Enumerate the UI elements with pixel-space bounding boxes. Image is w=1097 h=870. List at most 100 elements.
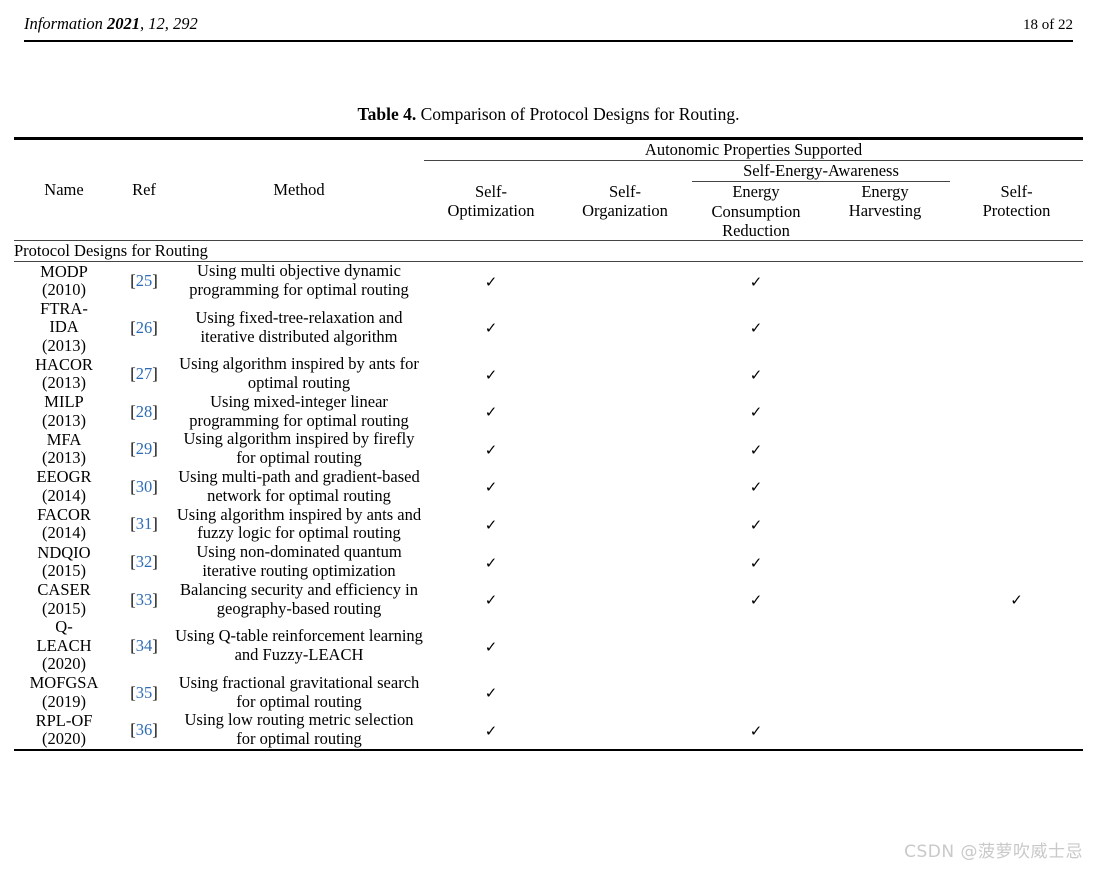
reference-link[interactable]: 32: [136, 552, 153, 571]
reference-link[interactable]: 26: [136, 318, 153, 337]
energy-consumption-line3: Reduction: [722, 220, 790, 240]
protocol-name-line: (2013): [42, 335, 86, 355]
checkmark-icon: ✓: [484, 515, 498, 534]
protocol-comparison-table: Name Ref Method Autonomic Properties Sup…: [14, 136, 1084, 751]
self-organization-line2: Organization: [582, 200, 668, 220]
checkmark-icon: ✓: [484, 272, 498, 291]
column-header-self-optimization: Self- Optimization: [424, 161, 558, 241]
table-row: Q- LEACH (2020) [34] Using Q-table reinforce…: [14, 618, 1083, 673]
table-header: Name Ref Method Autonomic Properties Sup…: [14, 136, 1084, 242]
checkmark-icon: ✓: [749, 319, 763, 338]
cell-self-organization: [558, 674, 692, 712]
cell-self-organization: [558, 430, 692, 468]
cell-energy-consumption-reduction: ✓: [692, 468, 820, 506]
checkmark-icon: ✓: [484, 684, 498, 703]
protocol-name-line: (2019): [42, 691, 86, 711]
energy-consumption-line2: Consumption: [711, 201, 801, 221]
cell-reference[interactable]: [30]: [114, 468, 174, 506]
cell-energy-harvesting: [820, 393, 950, 431]
cell-method: Using low routing metric selection for o…: [174, 711, 424, 751]
cell-reference[interactable]: [28]: [114, 393, 174, 431]
cell-energy-consumption-reduction: [692, 618, 820, 673]
cell-protocol-name: MFA (2013): [14, 430, 114, 468]
reference-link[interactable]: 30: [136, 477, 153, 496]
cell-energy-harvesting: [820, 430, 950, 468]
cell-self-organization: [558, 506, 692, 544]
reference-link[interactable]: 36: [136, 720, 153, 739]
reference-link[interactable]: 29: [136, 439, 153, 458]
cell-self-optimization: ✓: [424, 711, 558, 751]
checkmark-icon: ✓: [749, 553, 763, 572]
cell-protocol-name: Q- LEACH (2020): [14, 618, 114, 673]
protocol-name-line: HACOR: [35, 354, 93, 374]
cell-protocol-name: EEOGR (2014): [14, 468, 114, 506]
cell-self-protection: [950, 711, 1084, 751]
header-row-group: Name Ref Method Autonomic Properties Sup…: [14, 136, 1084, 241]
protocol-name-line: FTRA-: [40, 298, 88, 318]
page-number: 18 of 22: [1023, 17, 1073, 33]
cell-self-organization: [558, 543, 692, 581]
reference-link[interactable]: 33: [136, 590, 153, 609]
cell-self-optimization: ✓: [424, 543, 558, 581]
cell-energy-consumption-reduction: ✓: [692, 430, 820, 468]
reference-link[interactable]: 34: [136, 636, 153, 655]
reference-link[interactable]: 28: [136, 402, 153, 421]
protocol-name-line: FACOR: [37, 504, 91, 524]
protocol-name-line: RPL-OF: [35, 710, 93, 730]
column-header-energy-harvesting: Energy Harvesting: [820, 181, 950, 242]
cell-energy-consumption-reduction: ✓: [692, 262, 820, 300]
column-header-self-protection: Self- Protection: [950, 161, 1083, 241]
checkmark-icon: ✓: [484, 553, 498, 572]
reference-link[interactable]: 27: [136, 364, 153, 383]
table-row: RPL-OF (2020) [36] Using low routing metric…: [14, 710, 1084, 751]
cell-reference[interactable]: [25]: [114, 262, 174, 300]
table-row: MOFGSA (2019) [35] Using fractional gravita…: [14, 673, 1083, 712]
protocol-name-line: (2014): [42, 523, 86, 543]
cell-reference[interactable]: [31]: [114, 506, 174, 544]
protocol-name-line: MOFGSA: [29, 673, 99, 693]
cell-self-protection: [950, 262, 1083, 300]
header-divider: [24, 40, 1073, 42]
cell-reference[interactable]: [27]: [114, 355, 174, 393]
reference-link[interactable]: 35: [136, 683, 153, 702]
reference-link[interactable]: 25: [136, 271, 153, 290]
cell-energy-harvesting: [820, 262, 950, 300]
column-header-ref: Ref: [114, 136, 174, 241]
cell-method: Using non-dominated quantum iterative ro…: [196, 542, 402, 581]
checkmark-icon: ✓: [749, 365, 763, 384]
cell-reference[interactable]: [34]: [114, 618, 174, 673]
journal-volume: , 12, 292: [139, 14, 198, 33]
protocol-name-line: (2013): [42, 410, 86, 430]
cell-method: Using algorithm inspired by firefly for …: [183, 429, 415, 468]
page-header-row: Information 2021, 12, 292 18 of 22: [24, 14, 1073, 34]
self-protection-line1: Self-: [1000, 181, 1033, 201]
cell-self-organization: [558, 468, 692, 506]
cell-self-protection: [950, 430, 1083, 468]
cell-reference[interactable]: [26]: [114, 300, 174, 355]
cell-reference[interactable]: [35]: [114, 674, 174, 712]
protocol-name-line: LEACH: [36, 635, 92, 655]
cell-protocol-name: MILP (2013): [14, 392, 114, 431]
cell-reference[interactable]: [33]: [114, 581, 174, 619]
cell-reference[interactable]: [29]: [114, 430, 174, 468]
cell-self-optimization: ✓: [424, 300, 558, 355]
checkmark-icon: ✓: [749, 403, 763, 422]
protocol-name-line: MFA: [46, 429, 82, 449]
cell-self-protection: [950, 468, 1083, 506]
protocol-name-line: (2014): [42, 485, 86, 505]
page-header: Information 2021, 12, 292 18 of 22: [0, 0, 1097, 44]
reference-link[interactable]: 31: [136, 514, 153, 533]
cell-reference[interactable]: [32]: [114, 543, 174, 581]
table-row: FACOR (2014) [31] Using algorithm inspired …: [14, 504, 1083, 544]
checkmark-icon: ✓: [749, 591, 763, 610]
cell-reference[interactable]: [36]: [114, 711, 174, 751]
table-row: CASER (2015) [33] Balancing security and ef…: [14, 579, 1083, 619]
table-row: MFA (2013) [29] Using algorithm inspired by…: [14, 430, 1083, 468]
cell-method: Balancing security and efficiency in geo…: [180, 579, 418, 618]
column-header-group-autonomic-properties: Autonomic Properties Supported: [424, 137, 1084, 161]
table-body: Protocol Designs for Routing MODP (2010)[…: [14, 240, 1084, 751]
protocol-name-line: (2020): [42, 654, 86, 674]
cell-self-protection: ✓: [950, 581, 1083, 619]
journal-year: 2021: [106, 14, 140, 33]
cell-energy-consumption-reduction: ✓: [692, 581, 820, 619]
